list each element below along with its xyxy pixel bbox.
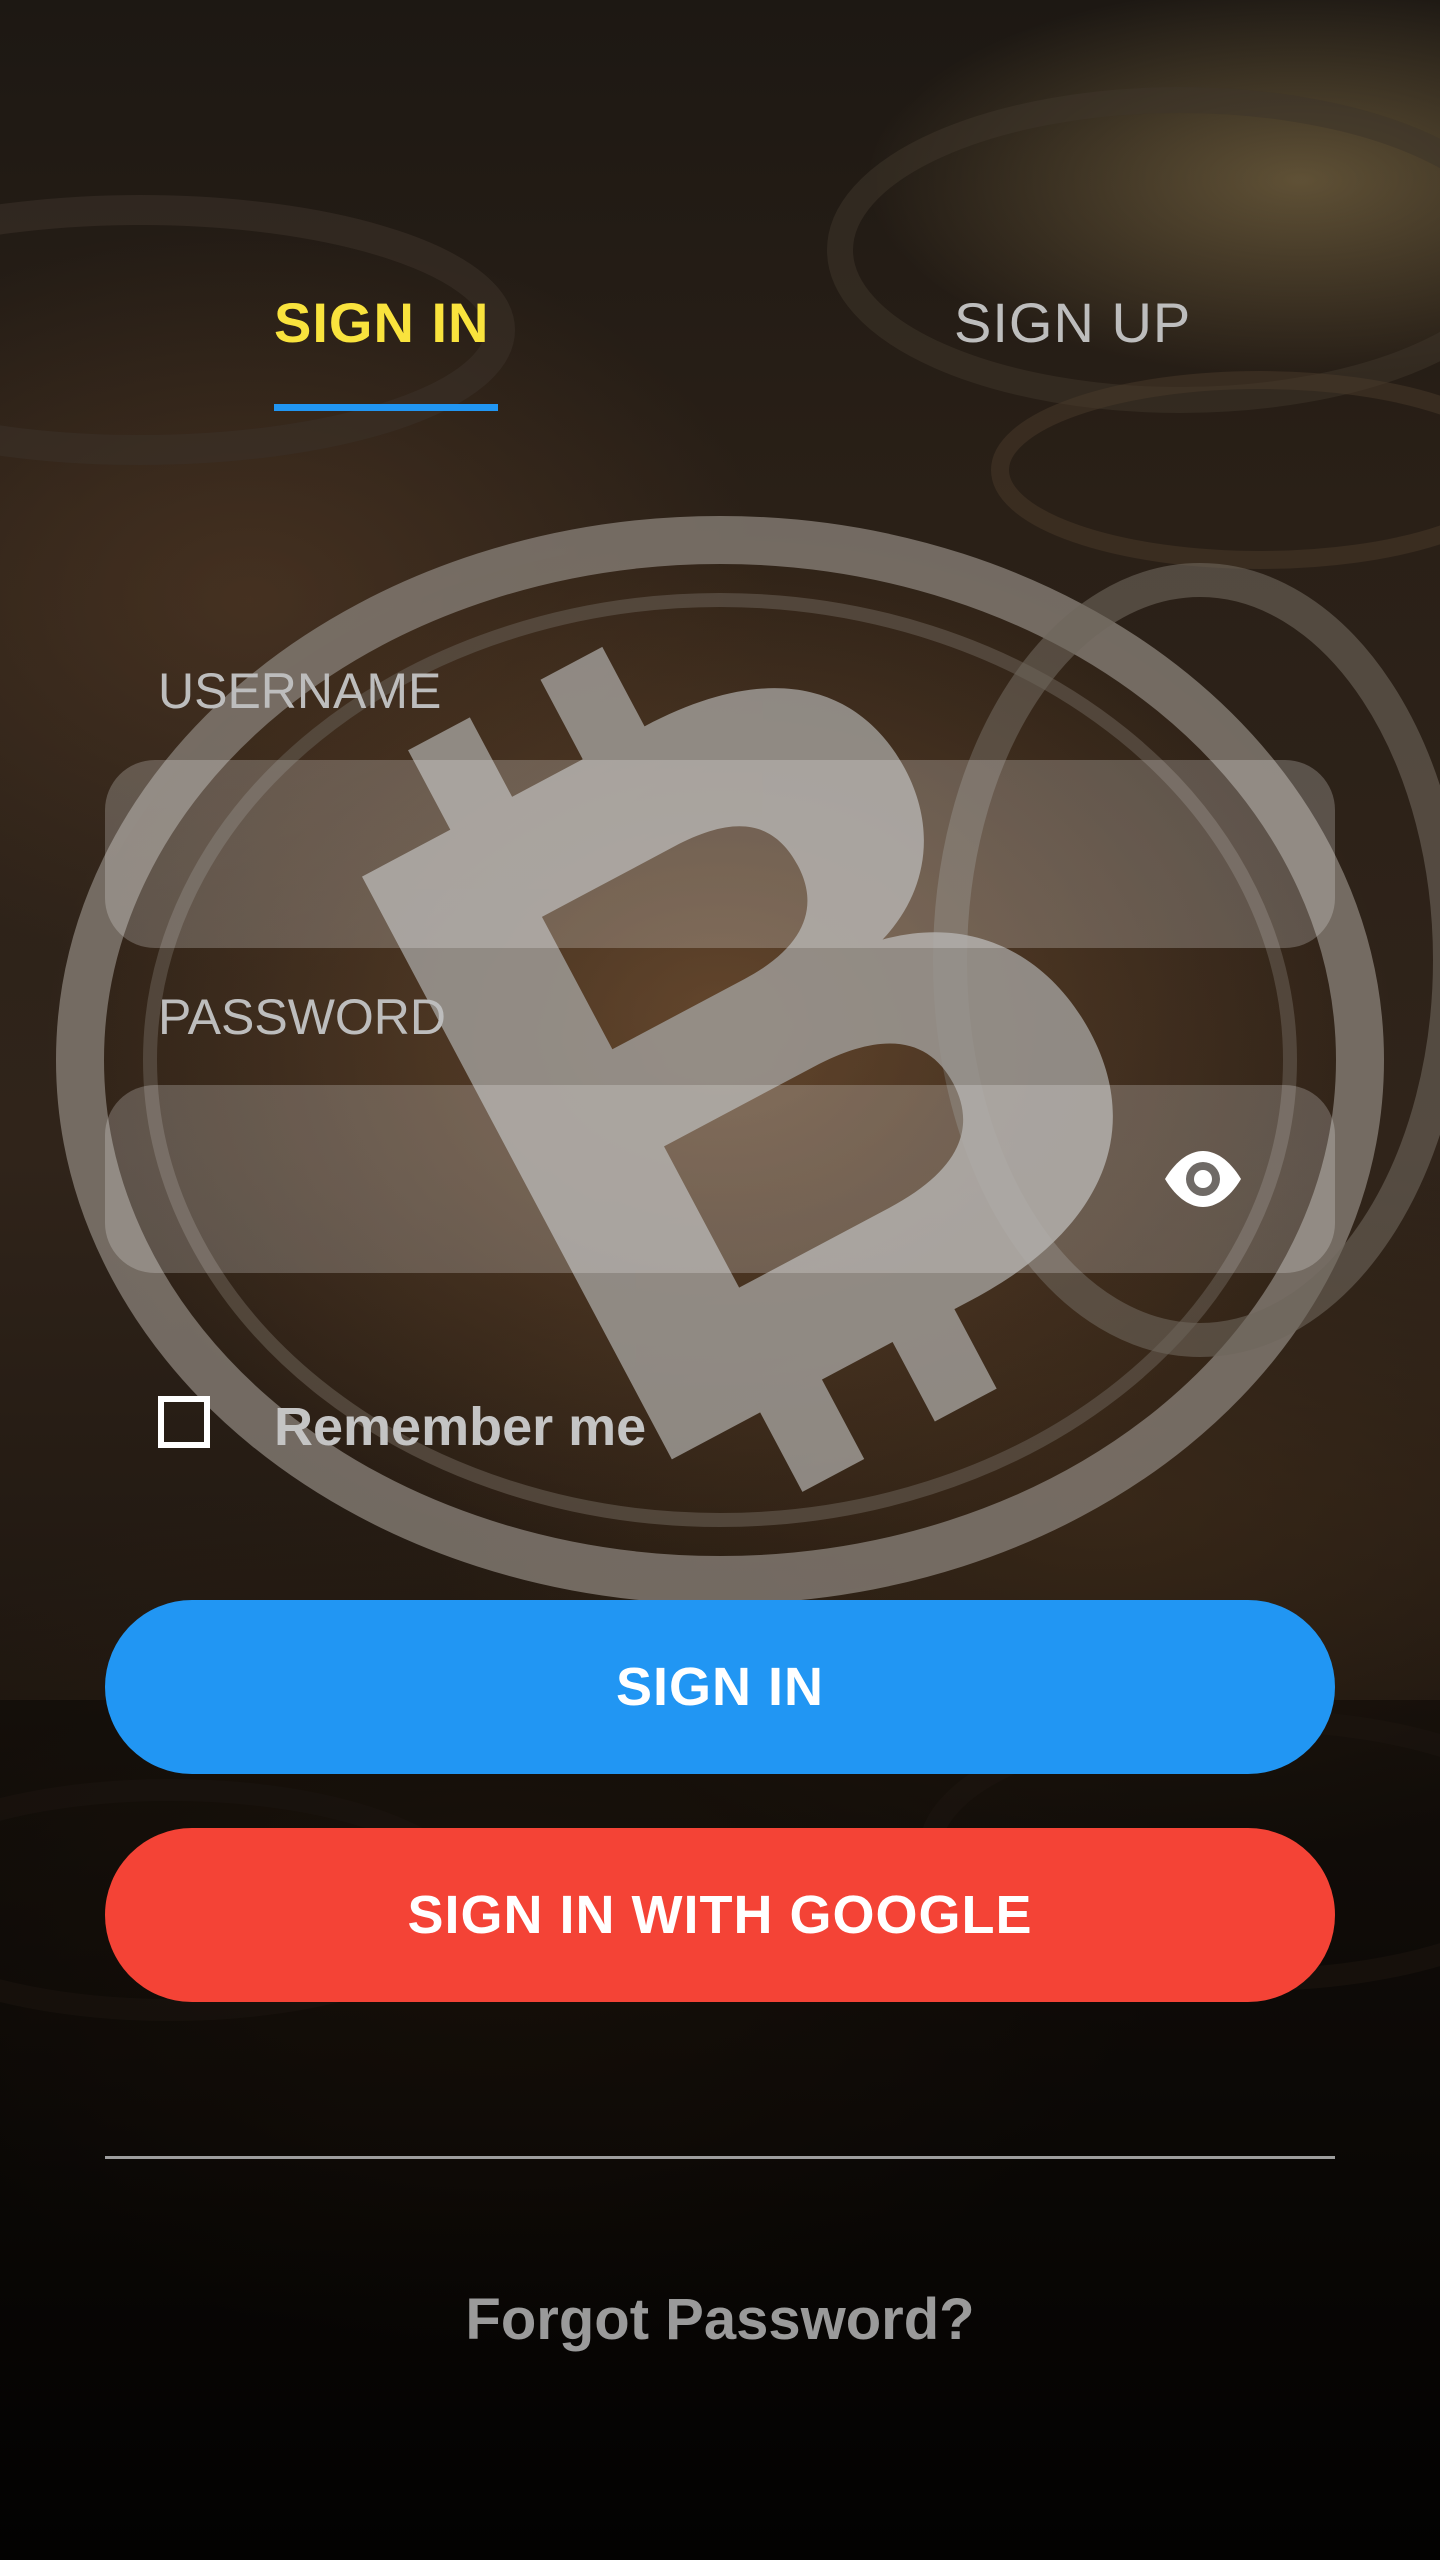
remember-me-label[interactable]: Remember me	[274, 1396, 646, 1458]
sign-in-with-google-button[interactable]: SIGN IN WITH GOOGLE	[105, 1828, 1335, 2002]
password-field-container	[105, 1085, 1335, 1275]
forgot-password-link[interactable]: Forgot Password?	[0, 2286, 1440, 2353]
eye-icon[interactable]	[1163, 1149, 1243, 1209]
username-input[interactable]	[155, 760, 1199, 950]
divider	[105, 2156, 1335, 2159]
password-input[interactable]	[155, 1085, 1199, 1275]
tab-sign-in[interactable]: SIGN IN	[274, 290, 489, 355]
sign-in-button[interactable]: SIGN IN	[105, 1600, 1335, 1774]
remember-me-checkbox[interactable]	[158, 1396, 210, 1448]
username-label: USERNAME	[158, 663, 442, 719]
password-label: PASSWORD	[158, 989, 446, 1045]
bitcoin-coin-icon	[0, 87, 1440, 2560]
tab-sign-up[interactable]: SIGN UP	[954, 290, 1191, 355]
username-field-container	[105, 760, 1335, 950]
active-tab-indicator	[274, 404, 498, 411]
sign-in-screen: SIGN IN SIGN UP USERNAME PASSWORD Rememb…	[0, 0, 1440, 2560]
